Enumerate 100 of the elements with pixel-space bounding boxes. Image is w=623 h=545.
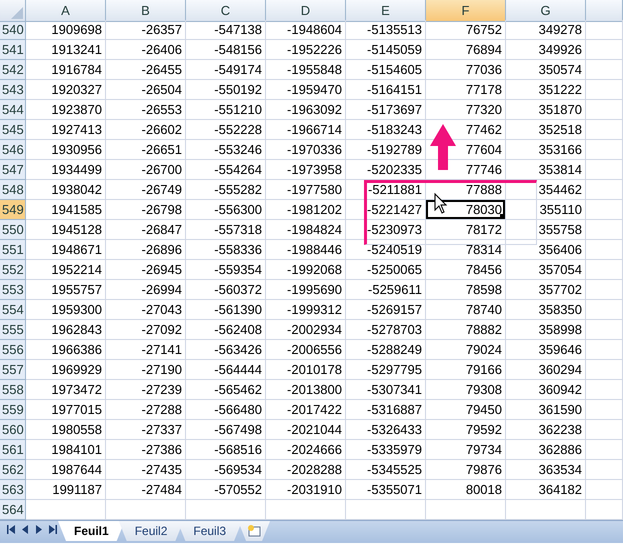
table-cell: 1909698 xyxy=(26,20,106,40)
table-cell: 354462 xyxy=(506,180,586,200)
first-sheet-icon[interactable] xyxy=(7,525,15,534)
insert-sheet-button[interactable] xyxy=(238,521,270,541)
table-cell: 1952214 xyxy=(26,260,106,280)
table-cell: 359646 xyxy=(506,340,586,360)
row-header[interactable]: 561 xyxy=(0,440,26,460)
table-cell: -1977580 xyxy=(266,180,346,200)
table-cell xyxy=(586,40,623,60)
table-cell: -1988446 xyxy=(266,240,346,260)
column-header[interactable]: D xyxy=(266,0,346,22)
row-header[interactable]: 563 xyxy=(0,480,26,500)
table-cell xyxy=(586,200,623,220)
table-cell: -26700 xyxy=(106,160,186,180)
row-header[interactable]: 554 xyxy=(0,300,26,320)
table-cell: -1981202 xyxy=(266,200,346,220)
table-cell xyxy=(586,460,623,480)
table-cell: -5345525 xyxy=(346,460,426,480)
row-header[interactable]: 545 xyxy=(0,120,26,140)
row-header[interactable]: 547 xyxy=(0,160,26,180)
column-header[interactable]: A xyxy=(26,0,106,22)
row-header[interactable]: 549 xyxy=(0,200,26,220)
table-cell: -1952226 xyxy=(266,40,346,60)
row-header[interactable]: 555 xyxy=(0,320,26,340)
row-header[interactable]: 550 xyxy=(0,220,26,240)
fill-handle[interactable] xyxy=(500,214,505,219)
table-cell xyxy=(586,340,623,360)
table-cell xyxy=(586,320,623,340)
table-cell: -2002934 xyxy=(266,320,346,340)
column-header[interactable]: C xyxy=(186,0,266,22)
table-cell: 1987644 xyxy=(26,460,106,480)
table-cell: -5316887 xyxy=(346,400,426,420)
table-cell: -1999312 xyxy=(266,300,346,320)
row-header[interactable]: 558 xyxy=(0,380,26,400)
row-header[interactable]: 542 xyxy=(0,60,26,80)
table-cell: -26847 xyxy=(106,220,186,240)
table-cell: 1969929 xyxy=(26,360,106,380)
active-cell[interactable]: 78030 xyxy=(426,200,506,220)
table-cell xyxy=(586,480,623,500)
table-cell: 361590 xyxy=(506,400,586,420)
table-cell: -5173697 xyxy=(346,100,426,120)
previous-sheet-icon[interactable] xyxy=(21,525,29,534)
table-cell: -5278703 xyxy=(346,320,426,340)
table-cell: -1959470 xyxy=(266,80,346,100)
table-cell: 1980558 xyxy=(26,420,106,440)
column-header[interactable]: G xyxy=(506,0,586,22)
table-cell: 78882 xyxy=(426,320,506,340)
table-cell: -26455 xyxy=(106,60,186,80)
table-cell: 364182 xyxy=(506,480,586,500)
column-header[interactable]: B xyxy=(106,0,186,22)
row-header[interactable]: 556 xyxy=(0,340,26,360)
table-cell: -5326433 xyxy=(346,420,426,440)
table-cell: -5135513 xyxy=(346,20,426,40)
table-cell: -556300 xyxy=(186,200,266,220)
row-header[interactable]: 562 xyxy=(0,460,26,480)
table-cell xyxy=(586,360,623,380)
table-cell: 350574 xyxy=(506,60,586,80)
row-header[interactable]: 557 xyxy=(0,360,26,380)
table-cell xyxy=(586,160,623,180)
row-header[interactable]: 543 xyxy=(0,80,26,100)
row-header[interactable]: 548 xyxy=(0,180,26,200)
table-cell: 352518 xyxy=(506,120,586,140)
table-cell: 1955757 xyxy=(26,280,106,300)
table-cell: 358998 xyxy=(506,320,586,340)
row-header[interactable]: 564 xyxy=(0,500,26,520)
row-header[interactable]: 541 xyxy=(0,40,26,60)
table-cell: 78172 xyxy=(426,220,506,240)
table-cell: 351870 xyxy=(506,100,586,120)
column-header[interactable]: E xyxy=(346,0,426,22)
table-cell: 80018 xyxy=(426,480,506,500)
table-cell: -26798 xyxy=(106,200,186,220)
row-header[interactable]: 546 xyxy=(0,140,26,160)
row-header[interactable]: 544 xyxy=(0,100,26,120)
table-cell: -27288 xyxy=(106,400,186,420)
table-cell: -2024666 xyxy=(266,440,346,460)
column-header[interactable]: F xyxy=(426,0,506,22)
table-cell: -27386 xyxy=(106,440,186,460)
row-header[interactable]: 540 xyxy=(0,20,26,40)
corner-triangle-icon xyxy=(11,7,23,19)
table-cell: -551210 xyxy=(186,100,266,120)
table-cell: 355110 xyxy=(506,200,586,220)
last-sheet-icon[interactable] xyxy=(49,525,57,534)
row-header[interactable]: 559 xyxy=(0,400,26,420)
row-header[interactable]: 551 xyxy=(0,240,26,260)
table-cell: 1962843 xyxy=(26,320,106,340)
table-cell xyxy=(586,20,623,40)
table-cell: 1913241 xyxy=(26,40,106,60)
row-header[interactable]: 560 xyxy=(0,420,26,440)
table-cell: -26602 xyxy=(106,120,186,140)
table-cell: 1966386 xyxy=(26,340,106,360)
next-sheet-icon[interactable] xyxy=(35,525,43,534)
table-cell: -5221427 xyxy=(346,200,426,220)
table-cell: -2031910 xyxy=(266,480,346,500)
table-cell xyxy=(586,120,623,140)
row-header[interactable]: 552 xyxy=(0,260,26,280)
table-cell: 79308 xyxy=(426,380,506,400)
table-cell: -26504 xyxy=(106,80,186,100)
row-header[interactable]: 553 xyxy=(0,280,26,300)
table-cell: -5192789 xyxy=(346,140,426,160)
table-cell: 1934499 xyxy=(26,160,106,180)
